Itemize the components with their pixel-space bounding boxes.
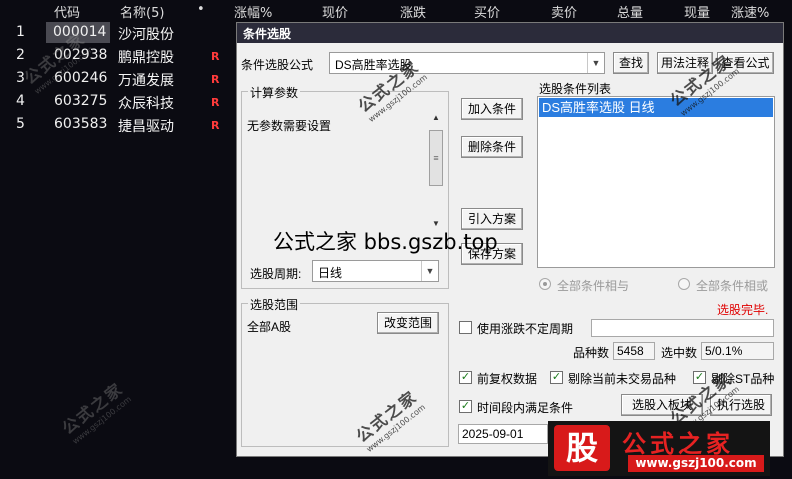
time-range-checkbox[interactable]: ✓	[459, 400, 472, 413]
radio-all-or[interactable]	[678, 278, 690, 290]
use-uncertain-period-label: 使用涨跌不定周期	[477, 322, 574, 336]
logo-name: 公式之家	[622, 430, 734, 458]
radio-all-and[interactable]	[539, 278, 551, 290]
range-group-title: 选股范围	[248, 296, 301, 313]
row-index: 1	[16, 24, 25, 40]
col-volume[interactable]: 总量	[617, 2, 643, 21]
period-value: 日线	[318, 266, 343, 280]
stock-name: 鹏鼎控股	[118, 50, 174, 66]
conditions-list-label: 选股条件列表	[539, 82, 612, 96]
selected-count-label: 选中数	[661, 346, 698, 360]
col-price[interactable]: 现价	[322, 2, 348, 21]
watermark: 公式之家 www.gszj100.com	[58, 378, 134, 447]
delete-condition-button[interactable]: 删除条件	[461, 136, 523, 158]
time-range-label: 时间段内满足条件	[477, 401, 574, 415]
params-group-title: 计算参数	[248, 84, 301, 101]
radio-all-and-label: 全部条件相与	[557, 279, 630, 293]
col-change[interactable]: 涨跌	[400, 2, 426, 21]
period-label: 选股周期:	[250, 267, 302, 281]
margin-flag: R	[211, 96, 220, 109]
remove-untraded-checkbox[interactable]: ✓	[550, 371, 563, 384]
row-index: 4	[16, 93, 25, 109]
stock-code: 002938	[54, 47, 108, 63]
dialog-title: 条件选股	[243, 27, 292, 41]
period-select[interactable]: 日线 ▼	[312, 260, 439, 282]
site-logo: 股 公式之家 www.gszj100.com	[548, 421, 770, 476]
scroll-thumb[interactable]: ≡	[429, 130, 443, 186]
margin-flag: R	[211, 119, 220, 132]
conditions-list[interactable]: DS高胜率选股 日线	[537, 96, 775, 268]
uncertain-period-input[interactable]	[591, 319, 774, 337]
variety-count-label: 品种数	[573, 346, 610, 360]
variety-count-field: 5458	[613, 342, 655, 360]
formula-label: 条件选股公式	[241, 58, 314, 72]
margin-flag: R	[211, 50, 220, 63]
view-formula-button[interactable]: 查看公式	[717, 52, 774, 74]
col-bid[interactable]: 买价	[474, 2, 500, 21]
grid-header: 代码 名称(5) • 涨幅% 现价 涨跌 买价 卖价 总量 现量 涨速%	[0, 0, 792, 21]
add-condition-button[interactable]: 加入条件	[461, 98, 523, 120]
remove-st-label: 剔除ST品种	[711, 372, 775, 386]
logo-badge: 股	[554, 425, 610, 471]
start-date-input[interactable]: 2025-09-01	[458, 424, 548, 444]
col-ask[interactable]: 卖价	[551, 2, 577, 21]
col-current-volume[interactable]: 现量	[684, 2, 710, 21]
col-speed[interactable]: 涨速%	[731, 2, 769, 21]
variety-count: 5458	[617, 344, 644, 358]
params-group: 计算参数 无参数需要设置 ▲ ≡ ▼ 选股周期: 日线 ▼	[241, 84, 449, 289]
stock-code: 603583	[54, 116, 108, 132]
row-index: 2	[16, 47, 25, 63]
change-range-button[interactable]: 改变范围	[377, 312, 439, 334]
pre-adjusted-label: 前复权数据	[477, 372, 538, 386]
use-uncertain-period-checkbox[interactable]	[459, 321, 472, 334]
start-date: 2025-09-01	[462, 427, 524, 441]
to-board-button[interactable]: 选股入板块	[621, 394, 703, 416]
selected-count-field: 5/0.1%	[701, 342, 774, 360]
col-dot: •	[197, 2, 205, 17]
stock-name: 众辰科技	[118, 96, 174, 112]
dialog-titlebar[interactable]: 条件选股	[237, 23, 783, 43]
list-item[interactable]: DS高胜率选股 日线	[539, 98, 773, 117]
params-text: 无参数需要设置	[247, 119, 332, 133]
execute-button[interactable]: 执行选股	[710, 394, 772, 416]
overlay-banner-text: 公式之家 bbs.gszb.top	[273, 230, 498, 254]
radio-all-or-label: 全部条件相或	[696, 279, 769, 293]
logo-url: www.gszj100.com	[628, 455, 764, 472]
stock-name: 万通发展	[118, 73, 174, 89]
stock-code: 600246	[54, 70, 108, 86]
col-change-pct[interactable]: 涨幅%	[234, 2, 272, 21]
col-name[interactable]: 名称(5)	[120, 2, 164, 21]
range-value: 全部A股	[247, 320, 292, 334]
chevron-down-icon[interactable]: ▼	[421, 261, 438, 281]
range-group: 选股范围 全部A股 改变范围	[241, 296, 449, 447]
stock-name: 沙河股份	[118, 27, 174, 43]
find-button[interactable]: 查找	[613, 52, 649, 74]
scroll-up-icon[interactable]: ▲	[428, 111, 444, 125]
usage-notes-button[interactable]: 用法注释	[657, 52, 713, 74]
formula-select[interactable]: DS高胜率选股 ▼	[329, 52, 605, 74]
row-index: 5	[16, 116, 25, 132]
params-scrollbar[interactable]: ▲ ≡ ▼	[428, 111, 444, 231]
remove-st-checkbox[interactable]: ✓	[693, 371, 706, 384]
remove-untraded-label: 剔除当前未交易品种	[568, 372, 677, 386]
stock-code: 603275	[54, 93, 108, 109]
stock-name: 捷昌驱动	[118, 119, 174, 135]
pre-adjusted-checkbox[interactable]: ✓	[459, 371, 472, 384]
stock-code: 000014	[46, 22, 111, 43]
selected-count: 5/0.1%	[705, 344, 743, 358]
row-index: 3	[16, 70, 25, 86]
chevron-down-icon[interactable]: ▼	[587, 53, 604, 73]
margin-flag: R	[211, 73, 220, 86]
formula-value: DS高胜率选股	[335, 58, 412, 72]
col-code[interactable]: 代码	[54, 2, 80, 21]
status-text: 选股完毕.	[717, 303, 769, 317]
